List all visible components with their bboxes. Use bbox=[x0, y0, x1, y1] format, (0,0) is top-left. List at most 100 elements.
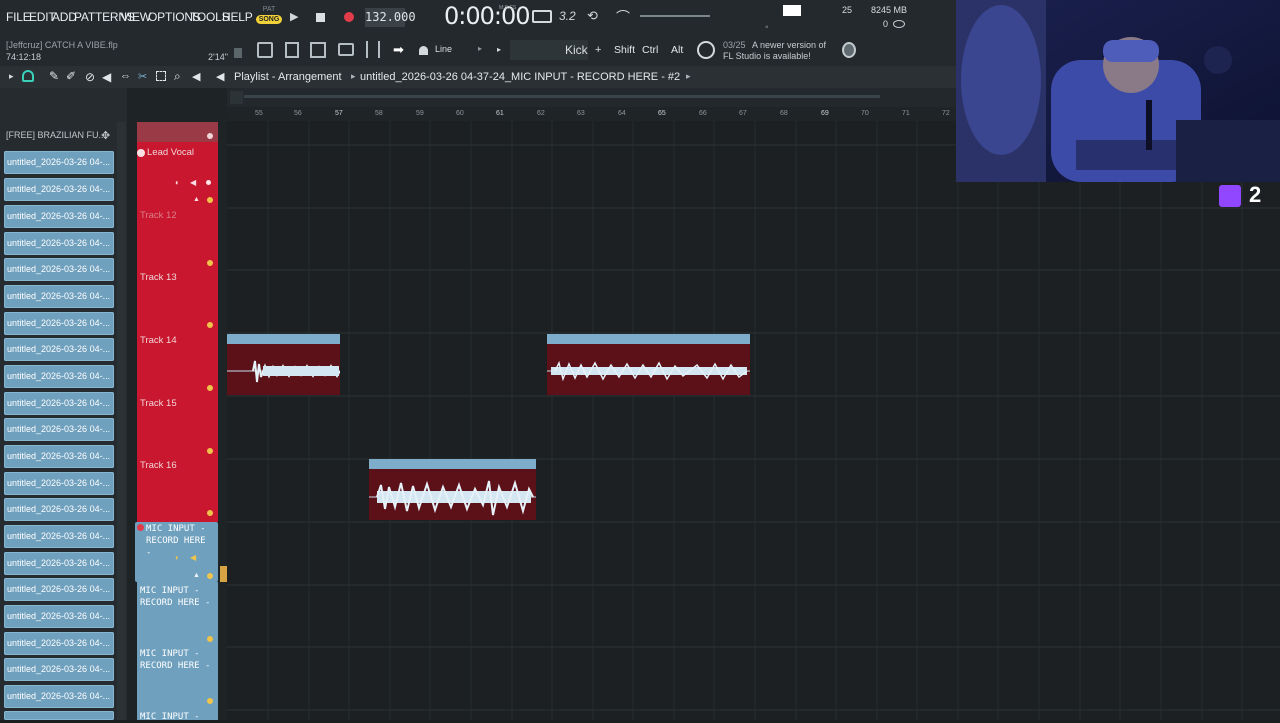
audio-clip[interactable]: ⊳ untitled_2026-03-26 04-...C INPUT - RE… bbox=[547, 334, 750, 395]
browser-clip-item[interactable]: untitled_2026-03-26 04-... bbox=[4, 472, 114, 495]
piano-roll-icon[interactable] bbox=[310, 42, 326, 58]
browser-clip-item[interactable]: untitled_2026-03-26 04-... bbox=[4, 392, 114, 415]
zoom-tool-icon[interactable]: ⌕ bbox=[174, 69, 181, 84]
browser-clip-item[interactable]: untitled_2026-03-26 04-... bbox=[4, 258, 114, 281]
browser-clip-item[interactable]: untitled_2026-03-26 04-... bbox=[4, 658, 114, 681]
magnet-icon[interactable] bbox=[419, 46, 428, 55]
metronome-icon[interactable]: ⌒ bbox=[616, 7, 630, 27]
browser-clip-item[interactable]: untitled_2026-03-26 04-... bbox=[4, 205, 114, 228]
step-play-icon[interactable]: ▸ bbox=[497, 45, 501, 54]
track-name-16[interactable]: Track 16 bbox=[140, 460, 177, 471]
current-pattern-name[interactable]: untitled_2026-03-26 04-37-24_MIC INPUT -… bbox=[360, 71, 680, 83]
browser-clip-item[interactable]: untitled_2026-03-26 04-... bbox=[4, 285, 114, 308]
tempo-display[interactable]: 132.000 bbox=[365, 8, 416, 27]
channel-rack-icon[interactable] bbox=[285, 42, 299, 58]
instrument-name[interactable]: Kick bbox=[565, 43, 588, 57]
browser-icon[interactable] bbox=[338, 43, 354, 56]
track-dot-icon[interactable] bbox=[207, 385, 213, 391]
browser-clip-item[interactable]: untitled_2026-03-26 04-... bbox=[4, 418, 114, 441]
pattern-arrow-icon[interactable]: ▸ bbox=[686, 71, 691, 82]
browser-clip-item[interactable]: untitled_2026-03-26 04-... bbox=[4, 338, 114, 361]
track-dot-icon[interactable] bbox=[207, 260, 213, 266]
magnet-snap-icon[interactable] bbox=[22, 70, 34, 82]
browser-clip-item[interactable]: untitled_2026-03-26 04-... bbox=[4, 365, 114, 388]
browser-clip-item[interactable]: untitled_2026-03-26 04-... bbox=[4, 151, 114, 174]
browser-clip-item[interactable]: untitled_2026-03-26 04-... bbox=[4, 445, 114, 468]
track-speaker-icon[interactable]: ◀ bbox=[190, 553, 196, 562]
mixer-icon[interactable] bbox=[366, 41, 380, 58]
track-name-15[interactable]: Track 15 bbox=[140, 398, 177, 409]
loop-record-icon[interactable]: ⟲ bbox=[587, 8, 598, 24]
timeline-overview-scrollbar[interactable] bbox=[244, 95, 880, 98]
snap-value[interactable]: 3.2 bbox=[559, 9, 576, 23]
notice-line-2[interactable]: FL Studio is available! bbox=[723, 51, 811, 61]
mute-tool-icon[interactable]: ◀ bbox=[102, 70, 111, 84]
browser-clip-item[interactable]: untitled_2026-03-26 04-... bbox=[4, 178, 114, 201]
browser-clip-item[interactable]: untitled_2026-03-26 04-... bbox=[4, 632, 114, 655]
track-collapse-icon[interactable]: ▲ bbox=[193, 572, 200, 579]
pitch-icon[interactable]: ◦ bbox=[765, 22, 769, 33]
arrow-right-icon[interactable]: ➡ bbox=[393, 42, 404, 58]
scroll-left-button[interactable] bbox=[230, 91, 243, 104]
timeline-ruler[interactable]: 55 56 57 58 59 60 61 62 63 64 65 66 67 6… bbox=[227, 107, 956, 121]
track-name-14[interactable]: Track 14 bbox=[140, 335, 177, 346]
playlist-view-title[interactable]: Playlist - Arrangement bbox=[234, 71, 342, 83]
track-dot-icon[interactable] bbox=[207, 573, 213, 579]
snap-mode[interactable]: Line bbox=[435, 44, 452, 54]
browser-clip-item[interactable]: untitled_2026-03-26 04-... bbox=[4, 552, 114, 575]
track-name-mic-input-1[interactable]: MIC INPUT - RECORD HERE - bbox=[146, 523, 216, 559]
track-name-mic-input-4[interactable]: MIC INPUT - bbox=[140, 711, 212, 723]
speaker-icon[interactable]: ◀ bbox=[216, 70, 224, 83]
track-name-lead-vocal[interactable]: Lead Vocal bbox=[147, 147, 194, 158]
news-icon[interactable] bbox=[697, 41, 715, 59]
track-dot-icon[interactable] bbox=[207, 698, 213, 704]
track-speaker-icon[interactable]: ◀ bbox=[190, 178, 196, 187]
record-icon[interactable] bbox=[344, 12, 354, 22]
browser-clip-item[interactable]: untitled_2026-03-26 04-... bbox=[4, 525, 114, 548]
track-record-armed-icon[interactable] bbox=[137, 524, 144, 531]
track-record-icon[interactable] bbox=[137, 149, 145, 157]
slip-tool-icon[interactable]: ⇔ bbox=[120, 70, 131, 82]
browser-clip-item[interactable]: untitled_2026-03-26 04-... bbox=[4, 498, 114, 521]
keyboard-typing-icon[interactable] bbox=[532, 10, 552, 23]
play-icon[interactable]: ▶ bbox=[290, 10, 298, 23]
menu-help[interactable]: HELP bbox=[222, 10, 253, 24]
notice-line-1[interactable]: A newer version of bbox=[752, 40, 826, 50]
audio-clip[interactable]: ⊳ ⊳ untitled_20...RD HERE - bbox=[227, 334, 340, 395]
browser-scrollbar[interactable] bbox=[117, 122, 126, 720]
audio-clip[interactable]: ⊳ untitled_2026-03-26... RECORD HERE - #… bbox=[369, 459, 536, 520]
track-dot-icon[interactable] bbox=[207, 510, 213, 516]
playlist-icon[interactable] bbox=[257, 42, 273, 58]
track-name-12[interactable]: Track 12 bbox=[140, 210, 177, 221]
playback-tool-icon[interactable]: ◀ bbox=[192, 70, 200, 83]
draw-tool-icon[interactable]: ✎ bbox=[49, 69, 59, 83]
track-dot-icon[interactable] bbox=[207, 322, 213, 328]
browser-folder-name[interactable]: [FREE] BRAZILIAN FU... bbox=[6, 130, 106, 140]
snap-chevron-icon[interactable]: ▸ bbox=[478, 44, 482, 53]
track-mute-icon[interactable] bbox=[206, 180, 211, 185]
track-pan-icon[interactable]: ◐ bbox=[175, 553, 180, 562]
browser-clip-item[interactable] bbox=[4, 711, 114, 720]
track-dot-icon[interactable] bbox=[207, 448, 213, 454]
slice-tool-icon[interactable]: ✂ bbox=[138, 70, 147, 83]
browser-clip-item[interactable]: untitled_2026-03-26 04-... bbox=[4, 685, 114, 708]
select-tool-icon[interactable] bbox=[156, 71, 166, 81]
paint-tool-icon[interactable]: ✐ bbox=[66, 69, 76, 83]
track-dot-icon[interactable] bbox=[207, 197, 213, 203]
browser-clip-item[interactable]: untitled_2026-03-26 04-... bbox=[4, 578, 114, 601]
browser-clip-item[interactable]: untitled_2026-03-26 04-... bbox=[4, 605, 114, 628]
delete-tool-icon[interactable]: ⊘ bbox=[85, 70, 95, 84]
pat-song-toggle[interactable]: PAT SONG bbox=[256, 6, 282, 30]
browser-clip-item[interactable]: untitled_2026-03-26 04-... bbox=[4, 232, 114, 255]
track-name-mic-input-2[interactable]: MIC INPUT - RECORD HERE - bbox=[140, 585, 212, 609]
track-dot-icon[interactable] bbox=[207, 133, 213, 139]
stop-icon[interactable] bbox=[316, 13, 325, 22]
track-dot-icon[interactable] bbox=[207, 636, 213, 642]
track-name-mic-input-3[interactable]: MIC INPUT - RECORD HERE - bbox=[140, 648, 212, 672]
master-volume-slider[interactable] bbox=[640, 15, 710, 17]
playlist-grid[interactable] bbox=[227, 107, 1280, 720]
browser-clip-item[interactable]: untitled_2026-03-26 04-... bbox=[4, 312, 114, 335]
track-resize-handle[interactable] bbox=[220, 566, 227, 582]
track-name-13[interactable]: Track 13 bbox=[140, 272, 177, 283]
track-pan-icon[interactable]: ◐ bbox=[175, 178, 180, 187]
